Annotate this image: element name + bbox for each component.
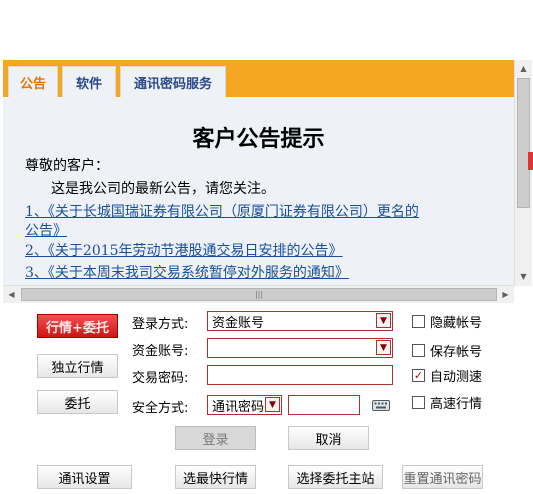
comm-settings-button[interactable]: 通讯设置 — [37, 465, 132, 489]
tab-software[interactable]: 软件 — [62, 66, 116, 97]
login-mode-value: 资金账号 — [212, 315, 265, 331]
account-combobox[interactable]: ▼ — [207, 338, 393, 358]
notice-link-1[interactable]: 1、《关于长城国瑞证券有限公司（原厦门证券有限公司）更名的 — [25, 201, 419, 221]
reset-comm-password-button[interactable]: 重置通讯密码 — [402, 465, 483, 489]
horizontal-scrollbar[interactable]: ◀ ||| ▶ — [3, 285, 514, 303]
save-account-label: 保存帐号 — [430, 345, 483, 360]
notice-intro: 这是我公司的最新公告，请您关注。 — [51, 181, 275, 197]
market-only-button[interactable]: 独立行情 — [37, 354, 118, 378]
chevron-down-icon[interactable]: ▼ — [265, 397, 280, 412]
edge-marker — [528, 152, 533, 170]
security-mode-select[interactable]: 通讯密码 ▼ — [207, 395, 282, 415]
vertical-scrollbar[interactable]: ▲ ▼ — [514, 60, 532, 286]
chevron-down-icon[interactable]: ▼ — [376, 313, 391, 328]
notice-link-1-continued[interactable]: 公告》 — [25, 220, 67, 240]
notice-greeting: 尊敬的客户： — [25, 158, 109, 174]
market-and-trade-button[interactable]: 行情+委托 — [37, 314, 118, 338]
login-mode-select[interactable]: 资金账号 ▼ — [207, 311, 393, 331]
trade-only-button[interactable]: 委托 — [37, 390, 118, 414]
choose-trade-site-button[interactable]: 选择委托主站 — [288, 465, 383, 489]
account-label: 资金账号: — [132, 344, 189, 359]
login-mode-label: 登录方式: — [132, 317, 189, 332]
tab-comm-password-service[interactable]: 通讯密码服务 — [120, 66, 226, 97]
password-label: 交易密码: — [132, 371, 189, 386]
horizontal-scroll-thumb[interactable]: ||| — [21, 288, 497, 301]
notice-title: 客户公告提示 — [192, 126, 325, 152]
scroll-down-icon[interactable]: ▼ — [515, 268, 532, 285]
fast-market-checkbox[interactable] — [412, 396, 425, 409]
vertical-scroll-thumb[interactable] — [517, 78, 530, 208]
auto-speed-test-label: 自动测速 — [430, 370, 483, 385]
scroll-up-icon[interactable]: ▲ — [515, 60, 532, 77]
notice-link-2[interactable]: 2、《关于2015年劳动节港股通交易日安排的公告》 — [25, 240, 343, 260]
fast-market-label: 高速行情 — [430, 397, 483, 412]
cancel-button[interactable]: 取消 — [288, 426, 369, 450]
hide-account-label: 隐藏帐号 — [430, 316, 483, 331]
keyboard-icon[interactable] — [372, 398, 390, 412]
security-mode-value: 通讯密码 — [212, 399, 265, 415]
login-button[interactable]: 登录 — [175, 426, 256, 450]
scroll-left-icon[interactable]: ◀ — [3, 286, 20, 303]
security-code-input[interactable] — [288, 395, 360, 415]
notice-panel: 客户公告提示 尊敬的客户： 这是我公司的最新公告，请您关注。 1、《关于长城国瑞… — [3, 97, 514, 285]
scroll-right-icon[interactable]: ▶ — [497, 286, 514, 303]
chevron-down-icon[interactable]: ▼ — [376, 340, 391, 355]
notice-link-3[interactable]: 3、《关于本周末我司交易系统暂停对外服务的通知》 — [25, 262, 349, 282]
trade-password-input[interactable] — [207, 365, 393, 385]
fastest-market-button[interactable]: 选最快行情 — [175, 465, 256, 489]
save-account-checkbox[interactable] — [412, 344, 425, 357]
tab-announcement[interactable]: 公告 — [8, 66, 58, 97]
security-mode-label: 安全方式: — [132, 401, 189, 416]
hide-account-checkbox[interactable] — [412, 315, 425, 328]
auto-speed-test-checkbox[interactable]: ✓ — [412, 369, 425, 382]
